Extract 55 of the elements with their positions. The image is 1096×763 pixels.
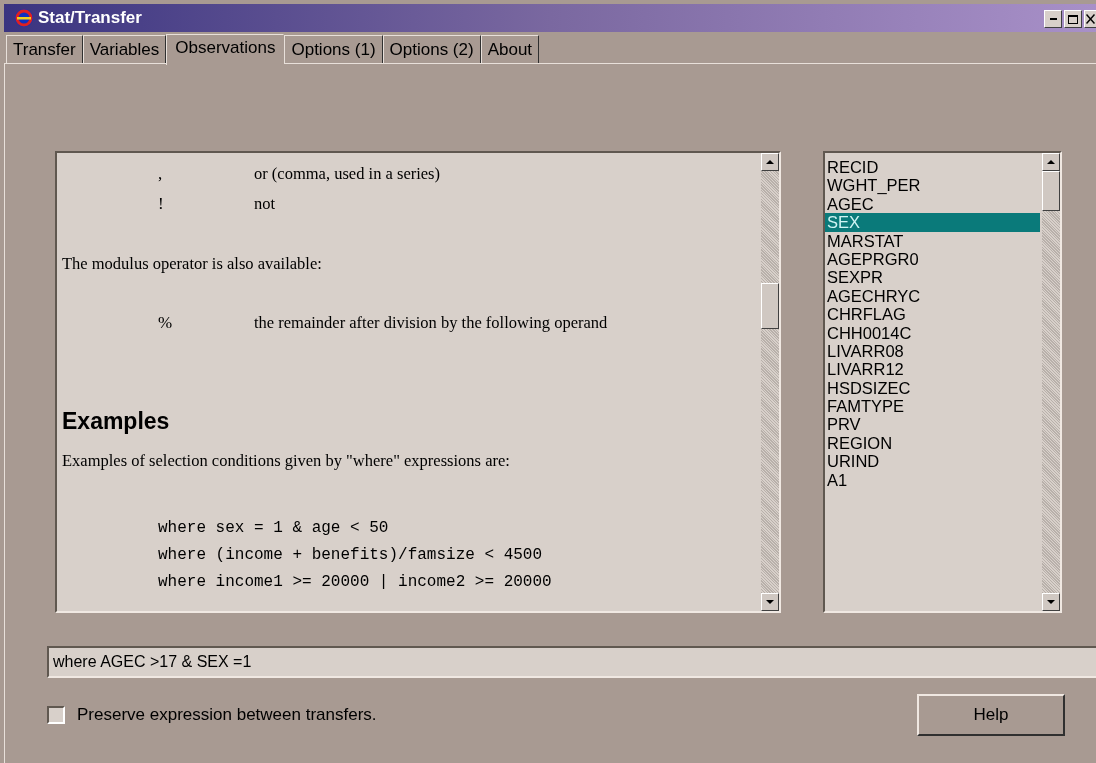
operator-symbol: ! — [157, 193, 165, 215]
tab[interactable]: Options (2) — [382, 35, 481, 63]
minimize-button[interactable] — [1044, 10, 1062, 28]
expression-field[interactable]: where AGEC >17 & SEX =1 — [47, 646, 1096, 678]
variable-list-item[interactable]: REGION — [825, 433, 1040, 453]
variable-list-item[interactable]: CHRFLAG — [825, 305, 1040, 324]
help-paragraph: The modulus operator is also available: — [62, 253, 323, 275]
variable-list-item[interactable]: CHH0014C — [825, 323, 1040, 342]
maximize-button[interactable] — [1064, 10, 1082, 28]
variable-list-item[interactable]: MARSTAT — [825, 231, 1040, 250]
code-line: where sex = 1 & age < 50 — [158, 518, 390, 539]
help-paragraph: Examples of selection conditions given by "where" expressions are: — [62, 450, 511, 472]
scroll-down-button[interactable] — [1042, 593, 1060, 611]
tab[interactable]: Transfer — [6, 35, 83, 63]
close-icon — [1086, 14, 1095, 24]
scroll-down-button[interactable] — [761, 593, 779, 611]
operator-description: the remainder after division by the following operand — [254, 312, 609, 334]
operator-description: or (comma, used in a series) — [254, 163, 442, 185]
checkbox[interactable] — [47, 706, 65, 724]
vertical-scrollbar[interactable] — [761, 153, 779, 611]
variable-list-item[interactable]: SEXPR — [825, 268, 1040, 287]
variable-list-item[interactable]: AGECHRYC — [825, 286, 1040, 306]
tab[interactable]: Options (1) — [284, 35, 383, 63]
operator-symbol: , — [157, 163, 164, 185]
scroll-up-button[interactable] — [761, 153, 779, 171]
code-line: where income1 >= 20000 | income2 >= 20000 — [158, 572, 553, 593]
close-button[interactable] — [1084, 10, 1096, 28]
variable-list-item[interactable]: LIVARR12 — [825, 360, 1040, 379]
scroll-up-button[interactable] — [1042, 153, 1060, 171]
minimize-icon — [1049, 18, 1057, 20]
maximize-icon — [1068, 14, 1078, 24]
variable-list-item[interactable]: AGEC — [825, 194, 1040, 214]
help-heading: Examples — [62, 408, 171, 435]
checkbox-label: Preserve expression between transfers. — [77, 705, 377, 725]
variable-list-item[interactable]: WGHT_PER — [825, 176, 1040, 195]
operator-description: not — [254, 193, 277, 215]
variable-list-item[interactable]: URIND — [825, 452, 1040, 471]
window-title: Stat/Transfer — [38, 8, 143, 28]
code-line: where (income + benefits)/famsize < 4500 — [158, 545, 544, 566]
scroll-thumb[interactable] — [1042, 171, 1060, 211]
variable-list-item[interactable]: FAMTYPE — [825, 397, 1040, 416]
scroll-thumb[interactable] — [761, 283, 779, 329]
variable-list-item[interactable]: SEX — [825, 213, 1040, 232]
variable-list-item[interactable]: A1 — [825, 470, 1040, 490]
help-button[interactable]: Help — [917, 694, 1065, 736]
variable-list-item[interactable]: AGEPRGR0 — [825, 249, 1040, 269]
variable-list-item[interactable]: HSDSIZEC — [825, 378, 1040, 398]
tab[interactable]: About — [480, 35, 540, 63]
operator-symbol: % — [157, 312, 174, 334]
variable-list-item[interactable]: RECID — [825, 158, 1040, 177]
variable-list-item[interactable]: PRV — [825, 415, 1040, 434]
app-icon — [14, 8, 34, 28]
variable-list-item[interactable]: LIVARR08 — [825, 341, 1040, 361]
vertical-scrollbar[interactable] — [1042, 153, 1060, 611]
tab[interactable]: Observations — [166, 34, 285, 65]
